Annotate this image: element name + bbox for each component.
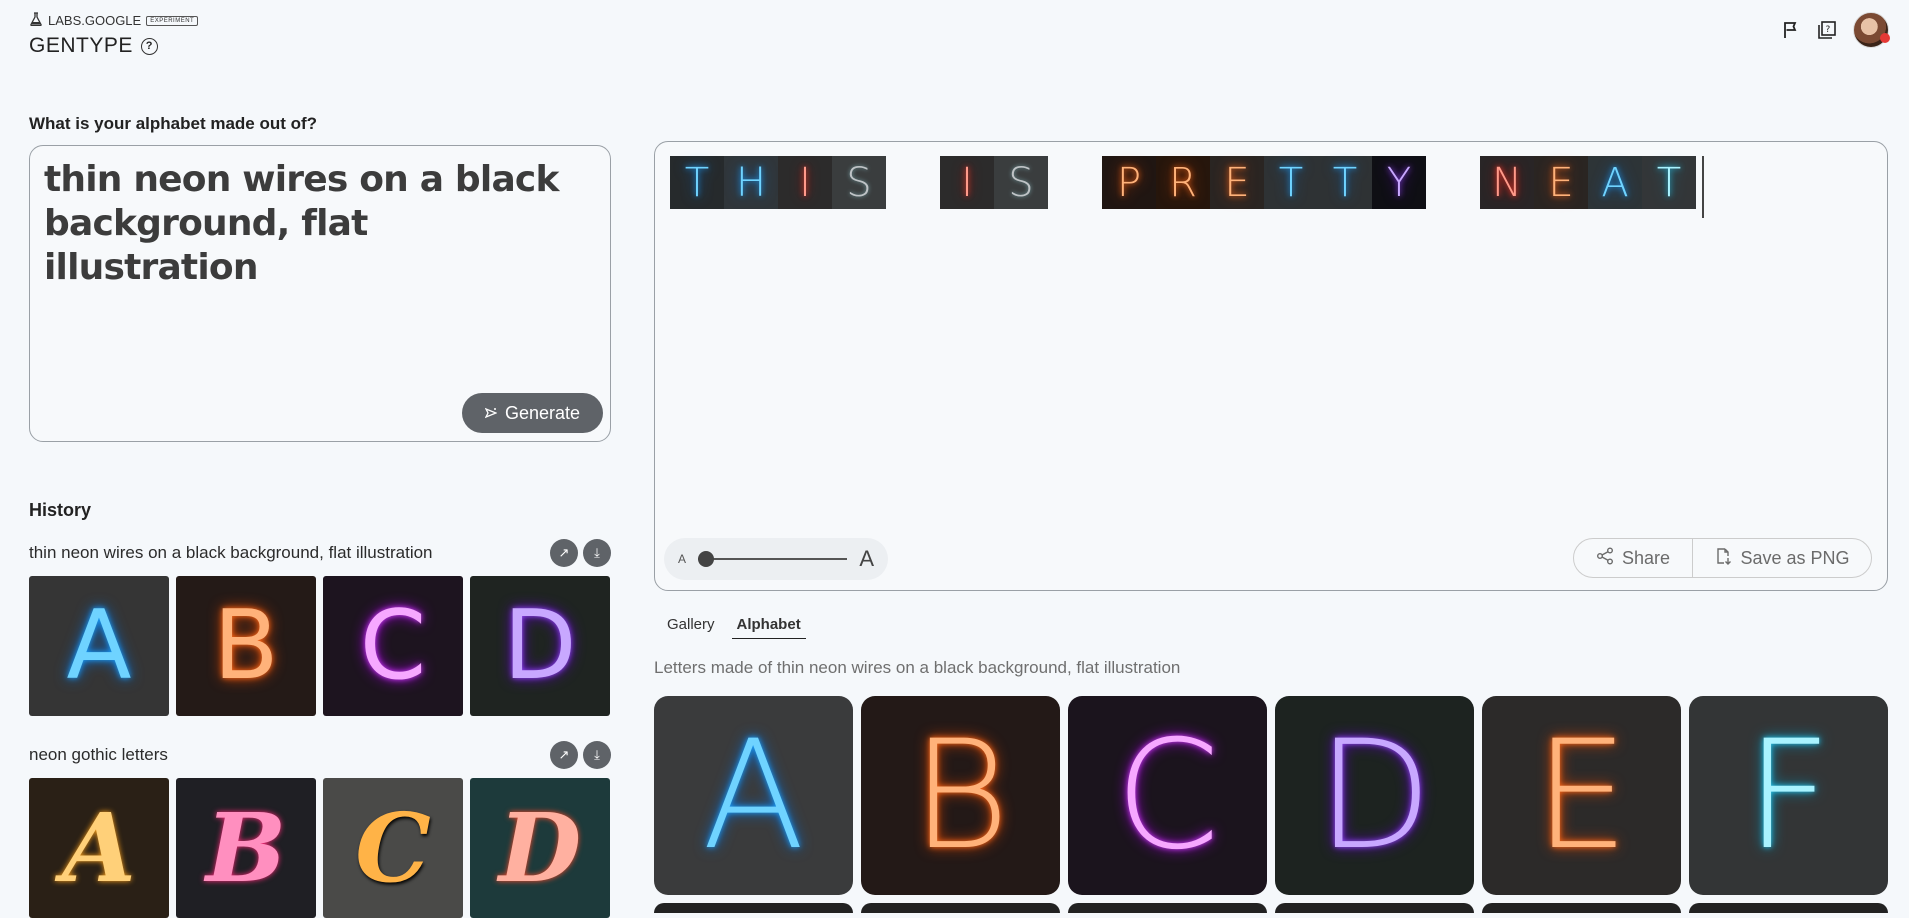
generate-button[interactable]: Generate <box>462 393 603 433</box>
alphabet-letter[interactable]: D <box>1275 696 1474 895</box>
letter-tile: P <box>1102 156 1156 209</box>
history-item: neon gothic letters ↗ ⤓ A B C D <box>29 740 611 918</box>
history-thumb[interactable]: A <box>29 576 169 716</box>
generate-label: Generate <box>504 402 581 423</box>
open-history-button[interactable]: ↗ <box>550 539 578 567</box>
page-title: GENTYPE <box>29 34 133 57</box>
save-label: Save as PNG <box>1740 547 1850 568</box>
experiment-badge: EXPERIMENT <box>146 15 199 26</box>
letter-tile: S <box>832 156 886 209</box>
alphabet-letter-partial[interactable] <box>1689 903 1888 913</box>
share-icon <box>1596 547 1614 570</box>
svg-text:?: ? <box>1826 25 1831 35</box>
alphabet-letter-partial[interactable] <box>861 903 1060 913</box>
history-thumb[interactable]: B <box>176 576 316 716</box>
download-history-button[interactable]: ⤓ <box>583 741 611 769</box>
history-item-actions: ↗ ⤓ <box>550 539 611 567</box>
preview-canvas[interactable]: T H I S I S P R E T T Y N E A T A A Shar… <box>654 141 1888 591</box>
letter-tile: I <box>778 156 832 209</box>
prompt-label: What is your alphabet made out of? <box>29 114 318 133</box>
flask-icon <box>29 12 43 29</box>
prompt-text[interactable]: thin neon wires on a black background, f… <box>44 158 564 290</box>
alphabet-letter[interactable]: A <box>654 696 853 895</box>
letter-tile: T <box>670 156 724 209</box>
history-title: History <box>29 500 92 520</box>
history-thumb[interactable]: C <box>323 778 463 918</box>
history-item-header: neon gothic letters ↗ ⤓ <box>29 740 611 770</box>
labs-brand[interactable]: LABS.GOOGLE EXPERIMENT <box>29 12 199 29</box>
history-item-name[interactable]: thin neon wires on a black background, f… <box>29 543 433 563</box>
save-file-icon <box>1714 547 1732 570</box>
feedback-icon[interactable]: ? <box>1817 20 1837 40</box>
word-this: T H I S <box>670 156 886 209</box>
avatar[interactable] <box>1853 12 1890 48</box>
history-thumb[interactable]: D <box>470 778 610 918</box>
download-icon: ⤓ <box>594 747 600 762</box>
size-large-label: A <box>859 546 874 571</box>
download-icon: ⤓ <box>594 545 600 560</box>
history-item-name[interactable]: neon gothic letters <box>29 745 168 765</box>
alphabet-letter-partial[interactable] <box>1275 903 1474 913</box>
tab-alphabet[interactable]: Alphabet <box>731 616 806 639</box>
alphabet-letter[interactable]: F <box>1689 696 1888 895</box>
text-cursor <box>1702 156 1704 218</box>
word-pretty: P R E T T Y <box>1102 156 1426 209</box>
help-icon[interactable]: ? <box>140 37 158 55</box>
history-item: thin neon wires on a black background, f… <box>29 538 611 716</box>
word-is: I S <box>940 156 1048 209</box>
letter-tile: N <box>1480 156 1534 209</box>
open-history-button[interactable]: ↗ <box>550 741 578 769</box>
alphabet-letter-partial[interactable] <box>654 903 853 913</box>
letter-tile: E <box>1210 156 1264 209</box>
alphabet-letter[interactable]: C <box>1068 696 1267 895</box>
word-neat: N E A T <box>1480 156 1696 209</box>
history-thumbnails: A B C D <box>29 576 611 716</box>
brand-label: LABS.GOOGLE <box>48 13 142 28</box>
letter-tile: R <box>1156 156 1210 209</box>
download-history-button[interactable]: ⤓ <box>583 539 611 567</box>
slider-handle[interactable] <box>698 551 715 567</box>
history-thumbnails: A B C D <box>29 778 611 918</box>
alphabet-grid-next-row <box>654 903 1888 913</box>
alphabet-grid: A B C D E F <box>654 696 1888 895</box>
history-thumb[interactable]: B <box>176 778 316 918</box>
history-item-actions: ↗ ⤓ <box>550 741 611 769</box>
arrow-up-right-icon: ↗ <box>558 747 570 762</box>
alphabet-letter[interactable]: B <box>861 696 1060 895</box>
send-icon <box>484 403 498 424</box>
history-item-header: thin neon wires on a black background, f… <box>29 538 611 568</box>
letter-tile: H <box>724 156 778 209</box>
size-small-label: A <box>678 552 687 566</box>
slider-track[interactable] <box>698 551 848 567</box>
prompt-textarea[interactable]: thin neon wires on a black background, f… <box>29 145 611 442</box>
letter-tile: T <box>1642 156 1696 209</box>
alphabet-description: Letters made of thin neon wires on a bla… <box>654 658 1181 677</box>
export-actions: Share Save as PNG <box>1573 538 1872 578</box>
letter-tile: E <box>1534 156 1588 209</box>
font-size-slider[interactable]: A A <box>664 538 888 580</box>
letter-tile: S <box>994 156 1048 209</box>
top-actions: ? <box>1781 12 1890 48</box>
app-title: GENTYPE ? <box>29 34 158 58</box>
tab-gallery[interactable]: Gallery <box>662 616 720 639</box>
letter-tile: T <box>1318 156 1372 209</box>
flag-icon[interactable] <box>1781 20 1801 40</box>
alphabet-letter-partial[interactable] <box>1068 903 1267 913</box>
history-thumb[interactable]: A <box>29 778 169 918</box>
share-label: Share <box>1621 547 1671 568</box>
letter-tile: A <box>1588 156 1642 209</box>
letter-tile: T <box>1264 156 1318 209</box>
arrow-up-right-icon: ↗ <box>558 545 570 560</box>
share-button[interactable]: Share <box>1574 539 1693 577</box>
letter-tile: I <box>940 156 994 209</box>
alphabet-letter[interactable]: E <box>1482 696 1681 895</box>
letter-tile: Y <box>1372 156 1426 209</box>
save-png-button[interactable]: Save as PNG <box>1693 539 1871 577</box>
top-bar: LABS.GOOGLE EXPERIMENT GENTYPE ? ? <box>0 0 1909 70</box>
view-tabs: Gallery Alphabet <box>662 616 806 639</box>
alphabet-letter-partial[interactable] <box>1482 903 1681 913</box>
history-thumb[interactable]: D <box>470 576 610 716</box>
history-thumb[interactable]: C <box>323 576 463 716</box>
